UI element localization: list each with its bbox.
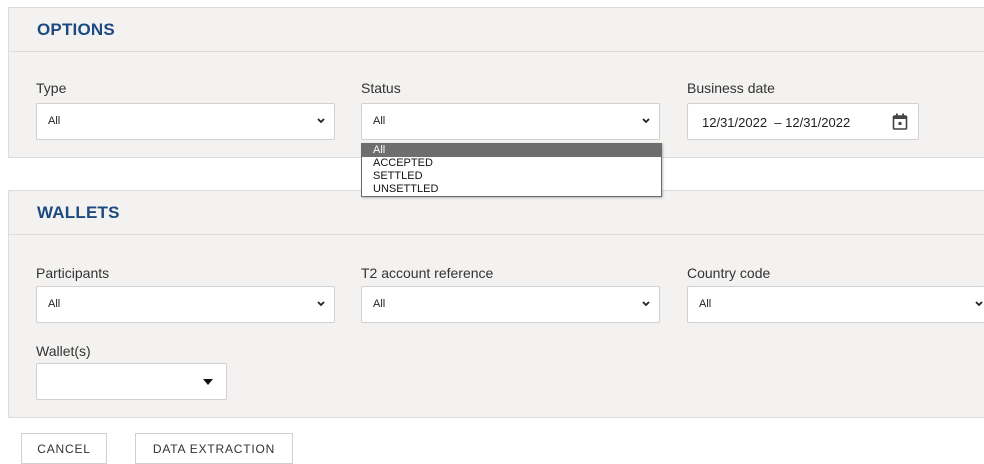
- chevron-down-icon: [642, 118, 650, 124]
- business-date-value: 12/31/2022 – 12/31/2022: [702, 115, 851, 130]
- status-option-accepted[interactable]: ACCEPTED: [362, 157, 661, 170]
- t2-account-label: T2 account reference: [361, 265, 494, 281]
- status-label: Status: [361, 80, 401, 96]
- wallets-label: Wallet(s): [36, 343, 91, 359]
- data-extraction-button[interactable]: DATA EXTRACTION: [135, 433, 293, 464]
- type-label: Type: [36, 80, 67, 96]
- calendar-icon[interactable]: [892, 113, 908, 131]
- chevron-down-icon: [317, 301, 325, 307]
- wallets-multiselect[interactable]: [36, 363, 227, 400]
- type-select[interactable]: All: [36, 103, 335, 140]
- options-title: OPTIONS: [37, 19, 115, 39]
- wallets-panel-header: WALLETS: [9, 191, 984, 235]
- status-option-unsettled[interactable]: UNSETTLED: [362, 183, 661, 196]
- chevron-down-icon: [642, 301, 650, 307]
- wallets-title: WALLETS: [37, 202, 120, 222]
- chevron-down-icon: [317, 118, 325, 124]
- cancel-button[interactable]: CANCEL: [21, 433, 107, 464]
- country-code-select[interactable]: All: [687, 286, 984, 323]
- participants-select[interactable]: All: [36, 286, 335, 323]
- status-option-all[interactable]: All: [362, 144, 661, 157]
- status-select[interactable]: All: [361, 103, 660, 140]
- status-select-value: All: [373, 115, 386, 127]
- business-date-range-input[interactable]: 12/31/2022 – 12/31/2022: [687, 103, 919, 140]
- business-date-label: Business date: [687, 80, 775, 96]
- type-select-value: All: [48, 115, 61, 127]
- options-panel-header: OPTIONS: [9, 8, 984, 52]
- t2-account-select-value: All: [373, 298, 386, 310]
- country-code-select-value: All: [699, 298, 712, 310]
- status-option-settled[interactable]: SETTLED: [362, 170, 661, 183]
- caret-down-icon: [203, 379, 213, 385]
- chevron-down-icon: [975, 301, 983, 307]
- t2-account-select[interactable]: All: [361, 286, 660, 323]
- participants-label: Participants: [36, 265, 110, 281]
- participants-select-value: All: [48, 298, 61, 310]
- status-dropdown-list: All ACCEPTED SETTLED UNSETTLED: [361, 143, 662, 197]
- country-code-label: Country code: [687, 265, 771, 281]
